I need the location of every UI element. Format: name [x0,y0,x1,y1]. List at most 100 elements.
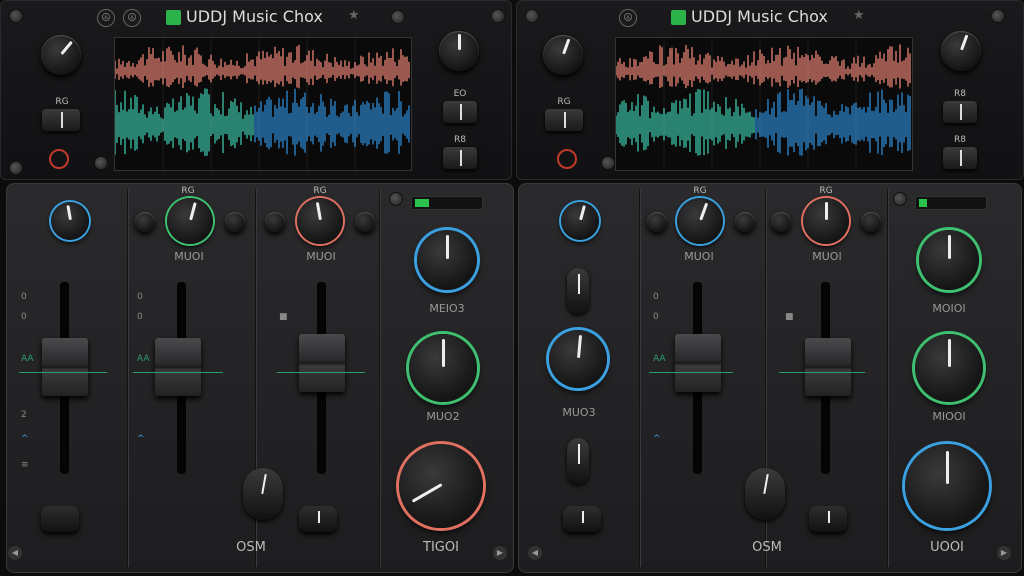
cue-button[interactable] [557,149,577,169]
left-button[interactable] [42,109,80,131]
master-knob-3-label: UOOI [930,540,964,555]
master-knob-2-label: MIOOI [932,410,966,423]
screw-icon [601,156,615,170]
left-button-label: RG [55,97,69,107]
channel-2-fader[interactable] [155,338,201,396]
channel-3-eq-knob[interactable] [297,198,343,244]
titlebar: ☮ UDDJ Music Chox ★ [517,3,1023,31]
channel-1-mid-knob[interactable] [549,330,607,388]
level-meter [411,196,483,210]
screw-icon [389,192,403,206]
channel-3-small-knob-left[interactable] [265,212,285,232]
deck-right: ☮ UDDJ Music Chox ★ RG R8 R8 MUO3 RG MUO… [516,0,1024,576]
right-button-2[interactable] [443,147,477,169]
screw-icon [94,156,108,170]
scale-mark: 0 [21,312,27,322]
channel-1-cue-pad[interactable] [563,506,601,532]
left-button[interactable] [545,109,583,131]
scale-mark: AA [137,354,150,364]
waveform-display[interactable] [615,37,913,171]
channel-2-small-knob-left[interactable] [135,212,155,232]
screw-icon [9,161,23,175]
scale-mark: 0 [653,292,659,302]
back-icon[interactable]: ◀ [8,546,22,560]
channel-1-toggle-2[interactable] [567,438,589,484]
screw-icon [391,10,405,24]
level-knob[interactable] [941,31,981,71]
divider [379,189,380,567]
deck-left-mixer: 0 0 AA 2 ^ ≡ RG MUOI 0 0 AA ^ RG MUOI ■ … [6,183,514,573]
screw-icon [991,9,1005,23]
scale-mark: AA [21,354,34,364]
right-button-1-label: R8 [954,89,966,99]
right-button-1-label: EO [453,89,467,99]
screw-icon [9,9,23,23]
channel-2-knob-label: MUOI [684,250,714,263]
deck-left: ☮ ☮ UDDJ Music Chox ★ RG EO R8 0 0 AA 2 … [0,0,514,576]
peace-icon[interactable]: ☮ [97,9,115,27]
channel-1-cue-pad[interactable] [41,506,79,532]
channel-3-cue-pad[interactable] [299,506,337,532]
right-button-1[interactable] [943,101,977,123]
channel-2-fader[interactable] [675,334,721,392]
channel-1-trim-knob[interactable] [51,202,89,240]
gain-knob[interactable] [543,35,583,75]
right-button-2-label: R8 [954,135,966,145]
left-button-label: RG [557,97,571,107]
channel-2-label: RG [181,186,195,196]
power-led-icon [166,10,181,25]
titlebar: ☮ ☮ UDDJ Music Chox ★ [1,3,511,31]
divider [639,189,640,567]
master-knob-1[interactable] [919,230,979,290]
channel-3-small-knob-right[interactable] [861,212,881,232]
right-button-1[interactable] [443,101,477,123]
divider [127,189,128,567]
peace-icon[interactable]: ☮ [619,9,637,27]
master-knob-1[interactable] [417,230,477,290]
master-knob-1-label: MEIO3 [429,302,465,315]
peace-icon[interactable]: ☮ [123,9,141,27]
scale-mark: ■ [785,312,794,322]
fader-center-line [133,372,223,373]
channel-3-cue-pad[interactable] [809,506,847,532]
master-knob-2-label: MUO2 [426,410,460,423]
waveform-display[interactable] [114,37,412,171]
crossfader-knob[interactable] [243,468,283,520]
play-icon[interactable]: ▶ [997,546,1011,560]
play-icon[interactable]: ▶ [493,546,507,560]
master-knob-3[interactable] [905,444,989,528]
channel-3-fader[interactable] [805,338,851,396]
channel-1-toggle[interactable] [567,268,589,314]
master-knob-1-label: MOIOI [932,302,966,315]
channel-2-eq-knob[interactable] [167,198,213,244]
master-knob-2[interactable] [915,334,983,402]
level-knob[interactable] [439,31,479,71]
scale-mark: ≡ [21,460,29,470]
channel-3-label: RG [819,186,833,196]
fader-center-line [19,372,107,373]
channel-1-fader[interactable] [42,338,88,396]
app-title-text: UDDJ Music Chox [186,7,323,26]
master-knob-3[interactable] [399,444,483,528]
channel-3-fader[interactable] [299,334,345,392]
back-icon[interactable]: ◀ [528,546,542,560]
channel-3-small-knob-left[interactable] [771,212,791,232]
master-knob-2[interactable] [409,334,477,402]
channel-2-small-knob-left[interactable] [647,212,667,232]
crossfader-knob[interactable] [745,468,785,520]
channel-2-small-knob-right[interactable] [735,212,755,232]
cue-button[interactable] [49,149,69,169]
channel-3-small-knob-right[interactable] [355,212,375,232]
deck-right-mixer: MUO3 RG MUOI 0 0 AA ^ OSM RG MUOI ■ MOIO… [518,183,1022,573]
scale-mark: ^ [653,434,661,444]
screw-icon [893,192,907,206]
channel-1-trim-knob[interactable] [561,202,599,240]
right-button-2[interactable] [943,147,977,169]
channel-3-eq-knob[interactable] [803,198,849,244]
star-icon[interactable]: ★ [348,8,360,23]
channel-2-eq-knob[interactable] [677,198,723,244]
crossfader-label: OSM [236,540,266,555]
star-icon[interactable]: ★ [853,8,865,23]
channel-2-small-knob-right[interactable] [225,212,245,232]
gain-knob[interactable] [41,35,81,75]
